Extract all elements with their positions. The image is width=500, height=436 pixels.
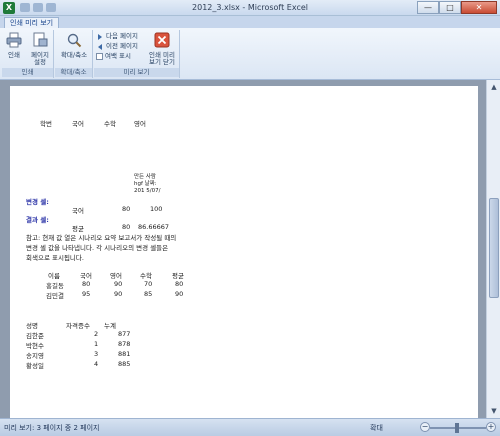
zoom-label[interactable]: 확대 (370, 423, 383, 433)
table2-cell: 박현수 (26, 342, 44, 350)
prev-page-icon (98, 43, 102, 50)
note-line: 만든 사람 (134, 174, 156, 180)
table1-cell: 70 (144, 280, 153, 288)
changed-row-value: 100 (150, 205, 163, 213)
table2-cell: 3 (94, 350, 99, 358)
tab-print-preview[interactable]: 인쇄 미리 보기 (4, 17, 60, 28)
table2-header: 성명 (26, 322, 38, 330)
note-line: hgf 날짜: (134, 181, 157, 187)
vertical-scrollbar[interactable]: ▲ ▼ (486, 80, 500, 418)
page-setup-icon (33, 32, 48, 47)
group-label-print: 인쇄 (2, 68, 53, 77)
group-print: 인쇄 페이지 설정 인쇄 (2, 30, 54, 78)
group-label-zoom: 확대/축소 (55, 68, 92, 77)
scroll-down-icon[interactable]: ▼ (489, 406, 499, 416)
header-cell: 영어 (134, 120, 146, 128)
table1-header: 평균 (172, 272, 184, 280)
changed-row-label: 국어 (72, 207, 84, 215)
ribbon-tab-strip: 인쇄 미리 보기 (0, 16, 500, 28)
header-cell: 국어 (72, 120, 84, 128)
changed-row-value: 80 (122, 205, 131, 213)
table2-cell: 송지영 (26, 352, 44, 360)
table2-cell: 2 (94, 330, 99, 338)
table2-cell: 885 (118, 360, 131, 368)
checkbox-box[interactable] (96, 53, 103, 60)
remark-line: 참고: 현재 값 열은 시나리오 요약 보고서가 작성될 때의 (26, 234, 177, 242)
table1-cell: 김민결 (46, 292, 64, 300)
table2-cell: 4 (94, 360, 99, 368)
table2-cell: 황성일 (26, 362, 44, 370)
scroll-thumb[interactable] (489, 198, 499, 298)
result-row-value: 86.66667 (138, 223, 170, 231)
header-cell: 학번 (40, 120, 52, 128)
table2-header: 자격증수 (66, 322, 90, 330)
group-label-preview: 미리 보기 (94, 68, 179, 77)
magnifier-icon (67, 33, 82, 48)
maximize-button[interactable]: □ (439, 1, 461, 14)
page-setup-button[interactable]: 페이지 설정 (28, 32, 52, 66)
group-zoom: 확대/축소 확대/축소 (55, 30, 93, 78)
table1-cell: 80 (82, 280, 91, 288)
zoom-in-button[interactable]: + (486, 422, 496, 432)
table1-cell: 90 (175, 290, 184, 298)
scroll-up-icon[interactable]: ▲ (489, 82, 499, 92)
next-page-button[interactable]: 다음 페이지 (96, 32, 138, 41)
zoom-slider-knob[interactable] (455, 423, 459, 433)
table1-cell: 95 (82, 290, 91, 298)
table2-cell: 881 (118, 350, 131, 358)
header-cell: 수학 (104, 120, 116, 128)
table1-cell: 90 (114, 290, 123, 298)
window-controls: — □ ✕ (417, 1, 497, 14)
show-margins-checkbox[interactable]: 여백 표시 (96, 52, 131, 61)
close-preview-icon (154, 32, 170, 48)
ribbon: 인쇄 페이지 설정 인쇄 확대/축소 확대/축소 다음 페이지 이전 페이지 여… (0, 28, 500, 80)
table2-cell: 877 (118, 330, 131, 338)
result-cells-label: 결과 셀: (26, 216, 49, 224)
table1-cell: 90 (114, 280, 123, 288)
group-preview: 다음 페이지 이전 페이지 여백 표시 인쇄 미리 보기 닫기 미리 보기 (94, 30, 180, 78)
table1-cell: 홍길동 (46, 282, 64, 290)
print-preview-area: 학번 국어 수학 영어 만든 사람 hgf 날짜: 201 5/07/ 변경 셀… (0, 80, 486, 418)
prev-page-button[interactable]: 이전 페이지 (96, 42, 138, 51)
remark-line: 변경 셀 값을 나타냅니다. 각 시나리오의 변경 셀들은 (26, 244, 169, 252)
table2-cell: 878 (118, 340, 131, 348)
close-window-button[interactable]: ✕ (461, 1, 497, 14)
table1-header: 이름 (48, 272, 60, 280)
table2-cell: 김한준 (26, 332, 44, 340)
preview-page[interactable]: 학번 국어 수학 영어 만든 사람 hgf 날짜: 201 5/07/ 변경 셀… (10, 86, 478, 418)
table1-cell: 80 (175, 280, 184, 288)
zoom-button[interactable]: 확대/축소 (57, 32, 91, 59)
zoom-out-button[interactable]: − (420, 422, 430, 432)
title-bar: X 2012_3.xlsx - Microsoft Excel — □ ✕ (0, 0, 500, 16)
printer-icon (6, 32, 22, 48)
page-info: 미리 보기: 3 페이지 중 2 페이지 (4, 424, 100, 432)
changed-cells-label: 변경 셀: (26, 198, 49, 206)
print-button[interactable]: 인쇄 (4, 32, 24, 59)
table1-header: 영어 (110, 272, 122, 280)
close-preview-button[interactable]: 인쇄 미리 보기 닫기 (146, 32, 178, 66)
minimize-button[interactable]: — (417, 1, 439, 14)
next-page-icon (98, 33, 102, 40)
status-bar: 미리 보기: 3 페이지 중 2 페이지 확대 − + (0, 418, 500, 436)
table1-header: 수학 (140, 272, 152, 280)
table2-header: 누계 (104, 322, 116, 330)
table1-header: 국어 (80, 272, 92, 280)
note-line: 201 5/07/ (134, 188, 161, 194)
table2-cell: 1 (94, 340, 99, 348)
result-row-value: 80 (122, 223, 131, 231)
table1-cell: 85 (144, 290, 153, 298)
remark-line: 회색으로 표시됩니다. (26, 254, 84, 262)
